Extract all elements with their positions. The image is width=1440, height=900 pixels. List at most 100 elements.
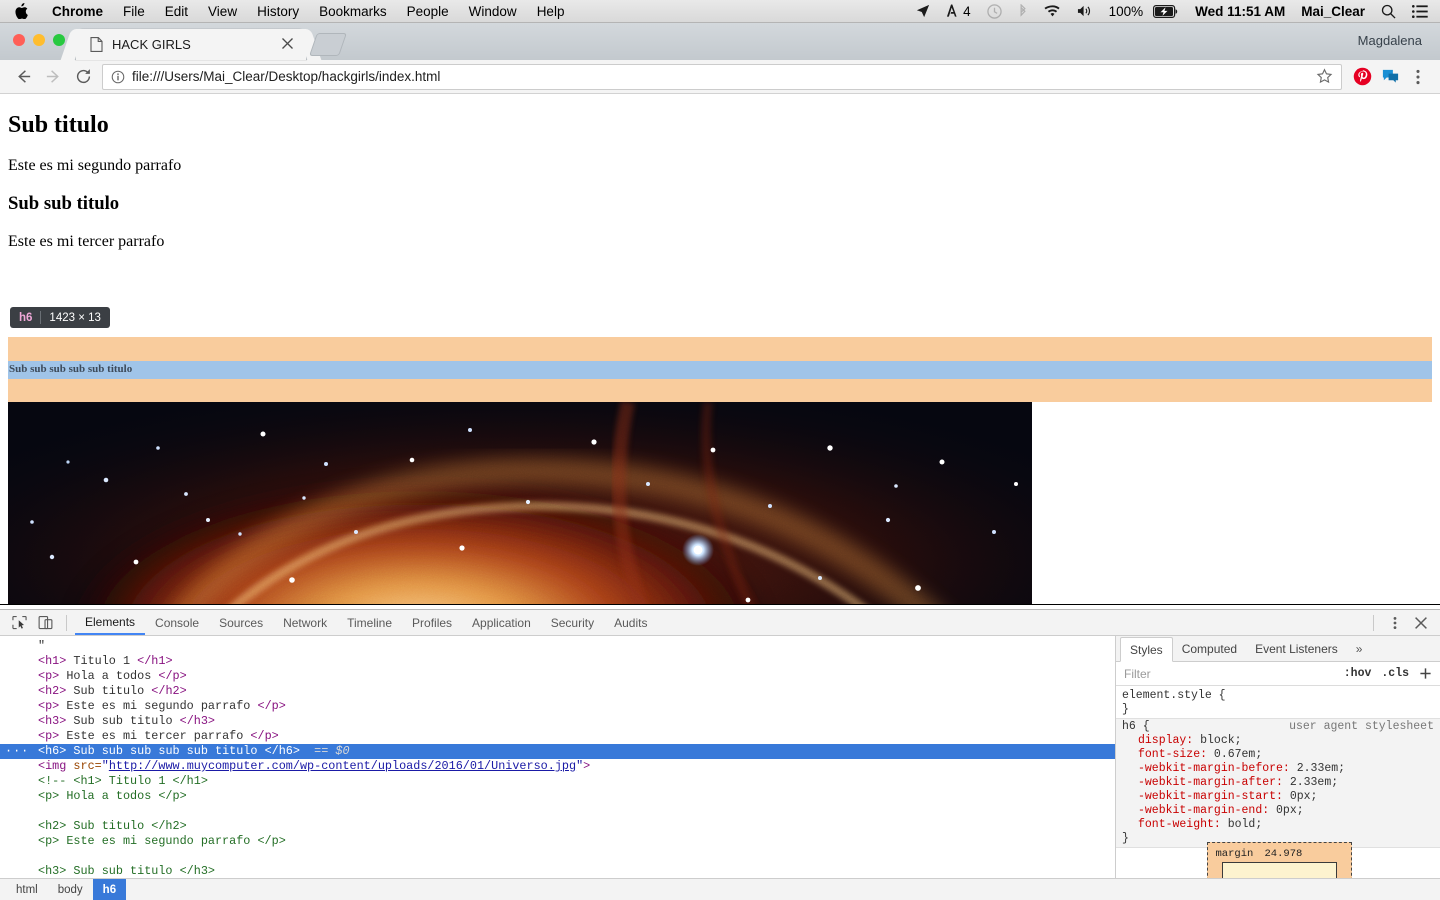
tab-event-listeners[interactable]: Event Listeners [1246, 636, 1347, 661]
inspect-element-icon[interactable] [6, 611, 32, 635]
menu-people[interactable]: People [397, 4, 459, 19]
css-value[interactable]: 2.33em; [1297, 762, 1345, 775]
volume-icon[interactable] [1069, 4, 1101, 18]
tab-audits[interactable]: Audits [604, 610, 657, 635]
menu-edit[interactable]: Edit [155, 4, 198, 19]
tab-security[interactable]: Security [541, 610, 604, 635]
tab-sources[interactable]: Sources [209, 610, 273, 635]
cls-toggle[interactable]: .cls [1381, 667, 1409, 680]
forward-arrow-icon[interactable] [38, 62, 68, 92]
css-property[interactable]: -webkit-margin-start: [1122, 790, 1290, 803]
dom-line[interactable]: " [0, 639, 1115, 654]
tab-styles[interactable]: Styles [1120, 637, 1173, 662]
css-declaration[interactable]: font-size: 0.67em; [1122, 748, 1434, 762]
time-machine-icon[interactable] [979, 3, 1010, 19]
adobe-icon[interactable]: 4 [938, 4, 979, 19]
css-value[interactable]: 0.67em; [1214, 748, 1262, 761]
star-bookmark-icon[interactable] [1316, 68, 1333, 85]
css-declaration[interactable]: font-weight: bold; [1122, 818, 1434, 832]
address-bar[interactable]: file:///Users/Mai_Clear/Desktop/hackgirl… [102, 63, 1342, 90]
box-model-margin-value[interactable]: 24.978 [1265, 848, 1303, 860]
maximize-window-button[interactable] [53, 34, 65, 46]
more-vertical-icon[interactable] [1382, 611, 1408, 635]
menu-help[interactable]: Help [527, 4, 575, 19]
profile-name[interactable]: Magdalena [1358, 33, 1422, 48]
page-viewport[interactable]: Sub titulo Este es mi segundo parrafo Su… [0, 94, 1440, 605]
notification-center-icon[interactable] [1404, 4, 1440, 18]
menu-bookmarks[interactable]: Bookmarks [309, 4, 397, 19]
expand-dots-icon[interactable]: ··· [5, 744, 29, 759]
close-icon[interactable] [281, 37, 294, 50]
css-property[interactable]: -webkit-margin-before: [1122, 762, 1297, 775]
reload-icon[interactable] [68, 62, 98, 92]
tab-console[interactable]: Console [145, 610, 209, 635]
dom-line[interactable]: <p> Este es mi segundo parrafo </p> [0, 834, 1115, 849]
new-tab-button[interactable] [309, 33, 347, 56]
tab-application[interactable]: Application [462, 610, 541, 635]
dom-line[interactable]: <p> Hola a todos </p> [0, 669, 1115, 684]
dom-line[interactable] [0, 804, 1115, 819]
apple-icon[interactable] [14, 3, 28, 19]
css-value[interactable]: bold; [1228, 818, 1263, 831]
breadcrumb-h6[interactable]: h6 [92, 879, 127, 900]
pinterest-extension-icon[interactable] [1348, 63, 1376, 91]
css-value[interactable]: 0px; [1290, 790, 1318, 803]
wifi-icon[interactable] [1036, 4, 1069, 18]
css-declaration[interactable]: -webkit-margin-after: 2.33em; [1122, 776, 1434, 790]
dom-line[interactable]: <h3> Sub sub titulo </h3> [0, 864, 1115, 879]
dom-line[interactable]: <p> Este es mi tercer parrafo </p> [0, 729, 1115, 744]
css-rule-selector[interactable]: user agent stylesheet h6 { [1122, 720, 1434, 734]
dom-line[interactable]: <p> Este es mi segundo parrafo </p> [0, 699, 1115, 714]
breadcrumb-html[interactable]: html [6, 879, 48, 900]
add-rule-icon[interactable] [1419, 667, 1432, 680]
close-window-button[interactable] [13, 34, 25, 46]
tab-computed[interactable]: Computed [1173, 636, 1246, 661]
close-devtools-icon[interactable] [1408, 611, 1434, 635]
css-rule[interactable]: user agent stylesheet h6 {display: block;… [1116, 718, 1440, 848]
css-value[interactable]: 2.33em; [1290, 776, 1338, 789]
clock[interactable]: Wed 11:51 AM [1187, 4, 1293, 19]
css-declaration[interactable]: -webkit-margin-start: 0px; [1122, 790, 1434, 804]
spotlight-search-icon[interactable] [1373, 4, 1404, 19]
minimize-window-button[interactable] [33, 34, 45, 46]
dom-line[interactable] [0, 849, 1115, 864]
dom-line-selected[interactable]: ··· <h6> Sub sub sub sub sub titulo </h6>… [0, 744, 1115, 759]
hov-toggle[interactable]: :hov [1344, 667, 1372, 680]
bluetooth-icon[interactable] [1010, 3, 1036, 19]
location-arrow-icon[interactable] [908, 4, 938, 18]
menu-window[interactable]: Window [459, 4, 527, 19]
dom-line[interactable]: <img src="http://www.muycomputer.com/wp-… [0, 759, 1115, 774]
css-property[interactable]: -webkit-margin-end: [1122, 804, 1276, 817]
css-value[interactable]: block; [1200, 734, 1241, 747]
css-property[interactable]: font-weight: [1122, 818, 1228, 831]
styles-filter-input[interactable]: Filter [1124, 667, 1151, 681]
css-value[interactable]: 0px; [1276, 804, 1304, 817]
dom-line[interactable]: <!-- <h1> Titulo 1 </h1> [0, 774, 1115, 789]
css-declaration[interactable]: -webkit-margin-before: 2.33em; [1122, 762, 1434, 776]
dom-line[interactable]: <h3> Sub sub titulo </h3> [0, 714, 1115, 729]
breadcrumb-body[interactable]: body [48, 879, 93, 900]
menu-file[interactable]: File [113, 4, 155, 19]
tab-timeline[interactable]: Timeline [337, 610, 402, 635]
css-property[interactable]: display: [1122, 734, 1200, 747]
dom-line[interactable]: <h2> Sub titulo </h2> [0, 819, 1115, 834]
tab-network[interactable]: Network [273, 610, 337, 635]
tab-profiles[interactable]: Profiles [402, 610, 462, 635]
more-tabs-icon[interactable]: » [1347, 636, 1372, 661]
css-rule-selector[interactable]: element.style { [1122, 689, 1434, 703]
css-property[interactable]: -webkit-margin-after: [1122, 776, 1290, 789]
css-rule[interactable]: element.style {} [1116, 688, 1440, 718]
user-name[interactable]: Mai_Clear [1293, 4, 1373, 19]
menu-history[interactable]: History [247, 4, 309, 19]
css-property[interactable]: font-size: [1122, 748, 1214, 761]
device-toolbar-icon[interactable] [32, 611, 58, 635]
back-arrow-icon[interactable] [8, 62, 38, 92]
dom-line[interactable]: <p> Hola a todos </p> [0, 789, 1115, 804]
translate-extension-icon[interactable] [1376, 63, 1404, 91]
battery-charging-icon[interactable] [1151, 4, 1187, 18]
tab-elements[interactable]: Elements [75, 610, 146, 635]
menu-view[interactable]: View [198, 4, 247, 19]
browser-tab[interactable]: HACK GIRLS [76, 29, 306, 60]
dom-line[interactable]: <h2> Sub titulo </h2> [0, 684, 1115, 699]
dom-tree-pane[interactable]: " <h1> Titulo 1 </h1> <p> Hola a todos </p… [0, 636, 1115, 900]
